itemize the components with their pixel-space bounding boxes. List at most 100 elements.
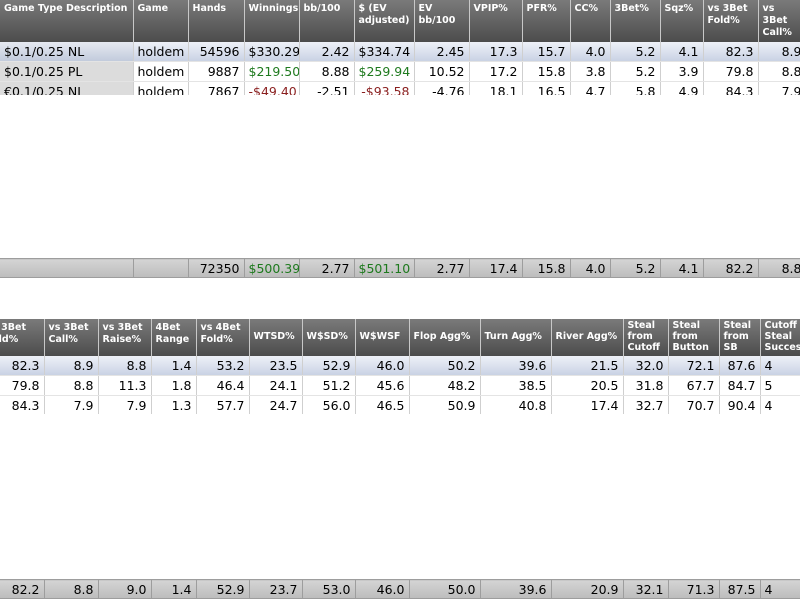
col-header-sqz[interactable]: Sqz% [660,0,704,42]
col-header-winnings[interactable]: Winnings [244,0,300,42]
col-header-hands[interactable]: Hands [188,0,245,42]
col-header-game-type[interactable]: Game Type Description [0,0,134,42]
cell-hands: 9887 [188,61,245,82]
cell-steal-button: 72.1 [668,356,720,376]
cell-cc: 3.8 [570,61,611,82]
total-steal-button: 71.3 [668,579,720,599]
cell-ev-adjusted: $334.74 [354,42,415,62]
col-header-vs4bet-fold[interactable]: vs 4Bet Fold% [196,319,250,356]
cell-cutoff-steal-success: 4 [760,395,800,414]
col-header-river-agg[interactable]: River Agg% [551,319,624,356]
cell-vs3bet-fold: 79.8 [703,61,759,82]
col-header-wsd[interactable]: W$SD% [302,319,356,356]
cell-steal-sb: 84.7 [719,375,761,396]
cell-ev-adjusted: $259.94 [354,61,415,82]
cell-pfr: 15.7 [522,42,571,62]
col-header-cutoff-steal-success[interactable]: Cutoff Steal Success [760,319,800,356]
total-cc: 4.0 [570,258,611,278]
col-header-wtsd[interactable]: WTSD% [249,319,303,356]
col-header-3bet[interactable]: 3Bet% [610,0,661,42]
total-vs3bet-call: 8.8 [44,579,99,599]
cell-vs3bet-fold: 84.3 [703,81,759,95]
cell-ev-bb100: 2.45 [414,42,470,62]
col-header-flop-agg[interactable]: Flop Agg% [409,319,481,356]
total-ev-bb100: 2.77 [414,258,470,278]
total-wsd: 53.0 [302,579,356,599]
cell-3bet: 5.2 [610,61,661,82]
cell-vpip: 17.3 [469,42,523,62]
col-header-vs3bet-call[interactable]: vs 3Bet Call% [44,319,99,356]
cell-flop-agg: 50.9 [409,395,481,414]
cell-river-agg: 20.5 [551,375,624,396]
cell-vpip: 18.1 [469,81,523,95]
cell-river-agg: 21.5 [551,356,624,376]
cell-wsd: 56.0 [302,395,356,414]
cell-flop-agg: 50.2 [409,356,481,376]
cell-wwsf: 46.0 [355,356,410,376]
table-row[interactable]: 82.3 8.9 8.8 1.4 53.2 23.5 52.9 46.0 50.… [0,356,800,376]
col-header-wwsf[interactable]: W$WSF [355,319,410,356]
cell-turn-agg: 39.6 [480,356,552,376]
col-header-pfr[interactable]: PFR% [522,0,571,42]
table-row[interactable]: €0.1/0.25 NL holdem 7867 -$49.40 -2.51 -… [0,81,800,95]
col-header-4bet-range[interactable]: 4Bet Range [151,319,197,356]
cell-wtsd: 24.7 [249,395,303,414]
total-vs3bet-raise: 9.0 [98,579,152,599]
total-winnings: $500.39 [244,258,300,278]
cell-cutoff-steal-success: 4 [760,356,800,376]
total-ev-adjusted: $501.10 [354,258,415,278]
bottom-stats-grid: vs 3Bet Fold% vs 3Bet Call% vs 3Bet Rais… [0,319,800,414]
cell-steal-cutoff: 32.7 [623,395,669,414]
cell-vs3bet-call: 8.9 [44,356,99,376]
table-row[interactable]: $0.1/0.25 NL holdem 54596 $330.29 2.42 $… [0,42,800,62]
cell-vs4bet-fold: 57.7 [196,395,250,414]
cell-vs4bet-fold: 53.2 [196,356,250,376]
cell-hands: 54596 [188,42,245,62]
table-row[interactable]: 84.3 7.9 7.9 1.3 57.7 24.7 56.0 46.5 50.… [0,395,800,414]
cell-bb100: 8.88 [299,61,355,82]
total-turn-agg: 39.6 [480,579,552,599]
table-row[interactable]: $0.1/0.25 PL holdem 9887 $219.50 8.88 $2… [0,61,800,82]
cell-ev-bb100: 10.52 [414,61,470,82]
cell-steal-cutoff: 32.0 [623,356,669,376]
totals-row: 82.2 8.8 9.0 1.4 52.9 23.7 53.0 46.0 50.… [0,579,800,599]
col-header-cc[interactable]: CC% [570,0,611,42]
cell-steal-button: 70.7 [668,395,720,414]
col-header-ev-adjusted[interactable]: $ (EV adjusted) [354,0,415,42]
total-hands: 72350 [188,258,245,278]
col-header-steal-button[interactable]: Steal from Button [668,319,720,356]
col-header-turn-agg[interactable]: Turn Agg% [480,319,552,356]
cell-steal-sb: 87.6 [719,356,761,376]
cell-vs3bet-call: 8.8 [758,61,800,82]
cell-cc: 4.0 [570,42,611,62]
cell-turn-agg: 40.8 [480,395,552,414]
col-header-vs3bet-raise[interactable]: vs 3Bet Raise% [98,319,152,356]
cell-vs4bet-fold: 46.4 [196,375,250,396]
cell-steal-sb: 90.4 [719,395,761,414]
col-header-vs3bet-fold[interactable]: vs 3Bet Fold% [703,0,759,42]
cell-river-agg: 17.4 [551,395,624,414]
col-header-steal-cutoff[interactable]: Steal from Cutoff [623,319,669,356]
total-pfr: 15.8 [522,258,571,278]
col-header-steal-sb[interactable]: Steal from SB [719,319,761,356]
cell-game-type: $0.1/0.25 NL [0,42,134,62]
total-game-type [0,258,134,278]
table-row[interactable]: 79.8 8.8 11.3 1.8 46.4 24.1 51.2 45.6 48… [0,375,800,396]
cell-wtsd: 23.5 [249,356,303,376]
total-vs4bet-fold: 52.9 [196,579,250,599]
col-header-ev-bb100[interactable]: EV bb/100 [414,0,470,42]
total-cutoff-steal-success: 4 [760,579,800,599]
col-header-vs3bet-fold[interactable]: vs 3Bet Fold% [0,319,45,356]
col-header-vpip[interactable]: VPIP% [469,0,523,42]
total-steal-cutoff: 32.1 [623,579,669,599]
cell-sqz: 4.1 [660,42,704,62]
cell-vs3bet-call: 8.9 [758,42,800,62]
top-totals-table: 72350 $500.39 2.77 $501.10 2.77 17.4 15.… [0,258,800,278]
cell-wtsd: 24.1 [249,375,303,396]
col-header-bb100[interactable]: bb/100 [299,0,355,42]
col-header-game[interactable]: Game [133,0,189,42]
col-header-vs3bet-call[interactable]: vs 3Bet Call% [758,0,800,42]
cell-vs3bet-fold: 82.3 [0,356,45,376]
cell-vs3bet-call: 8.8 [44,375,99,396]
total-bb100: 2.77 [299,258,355,278]
